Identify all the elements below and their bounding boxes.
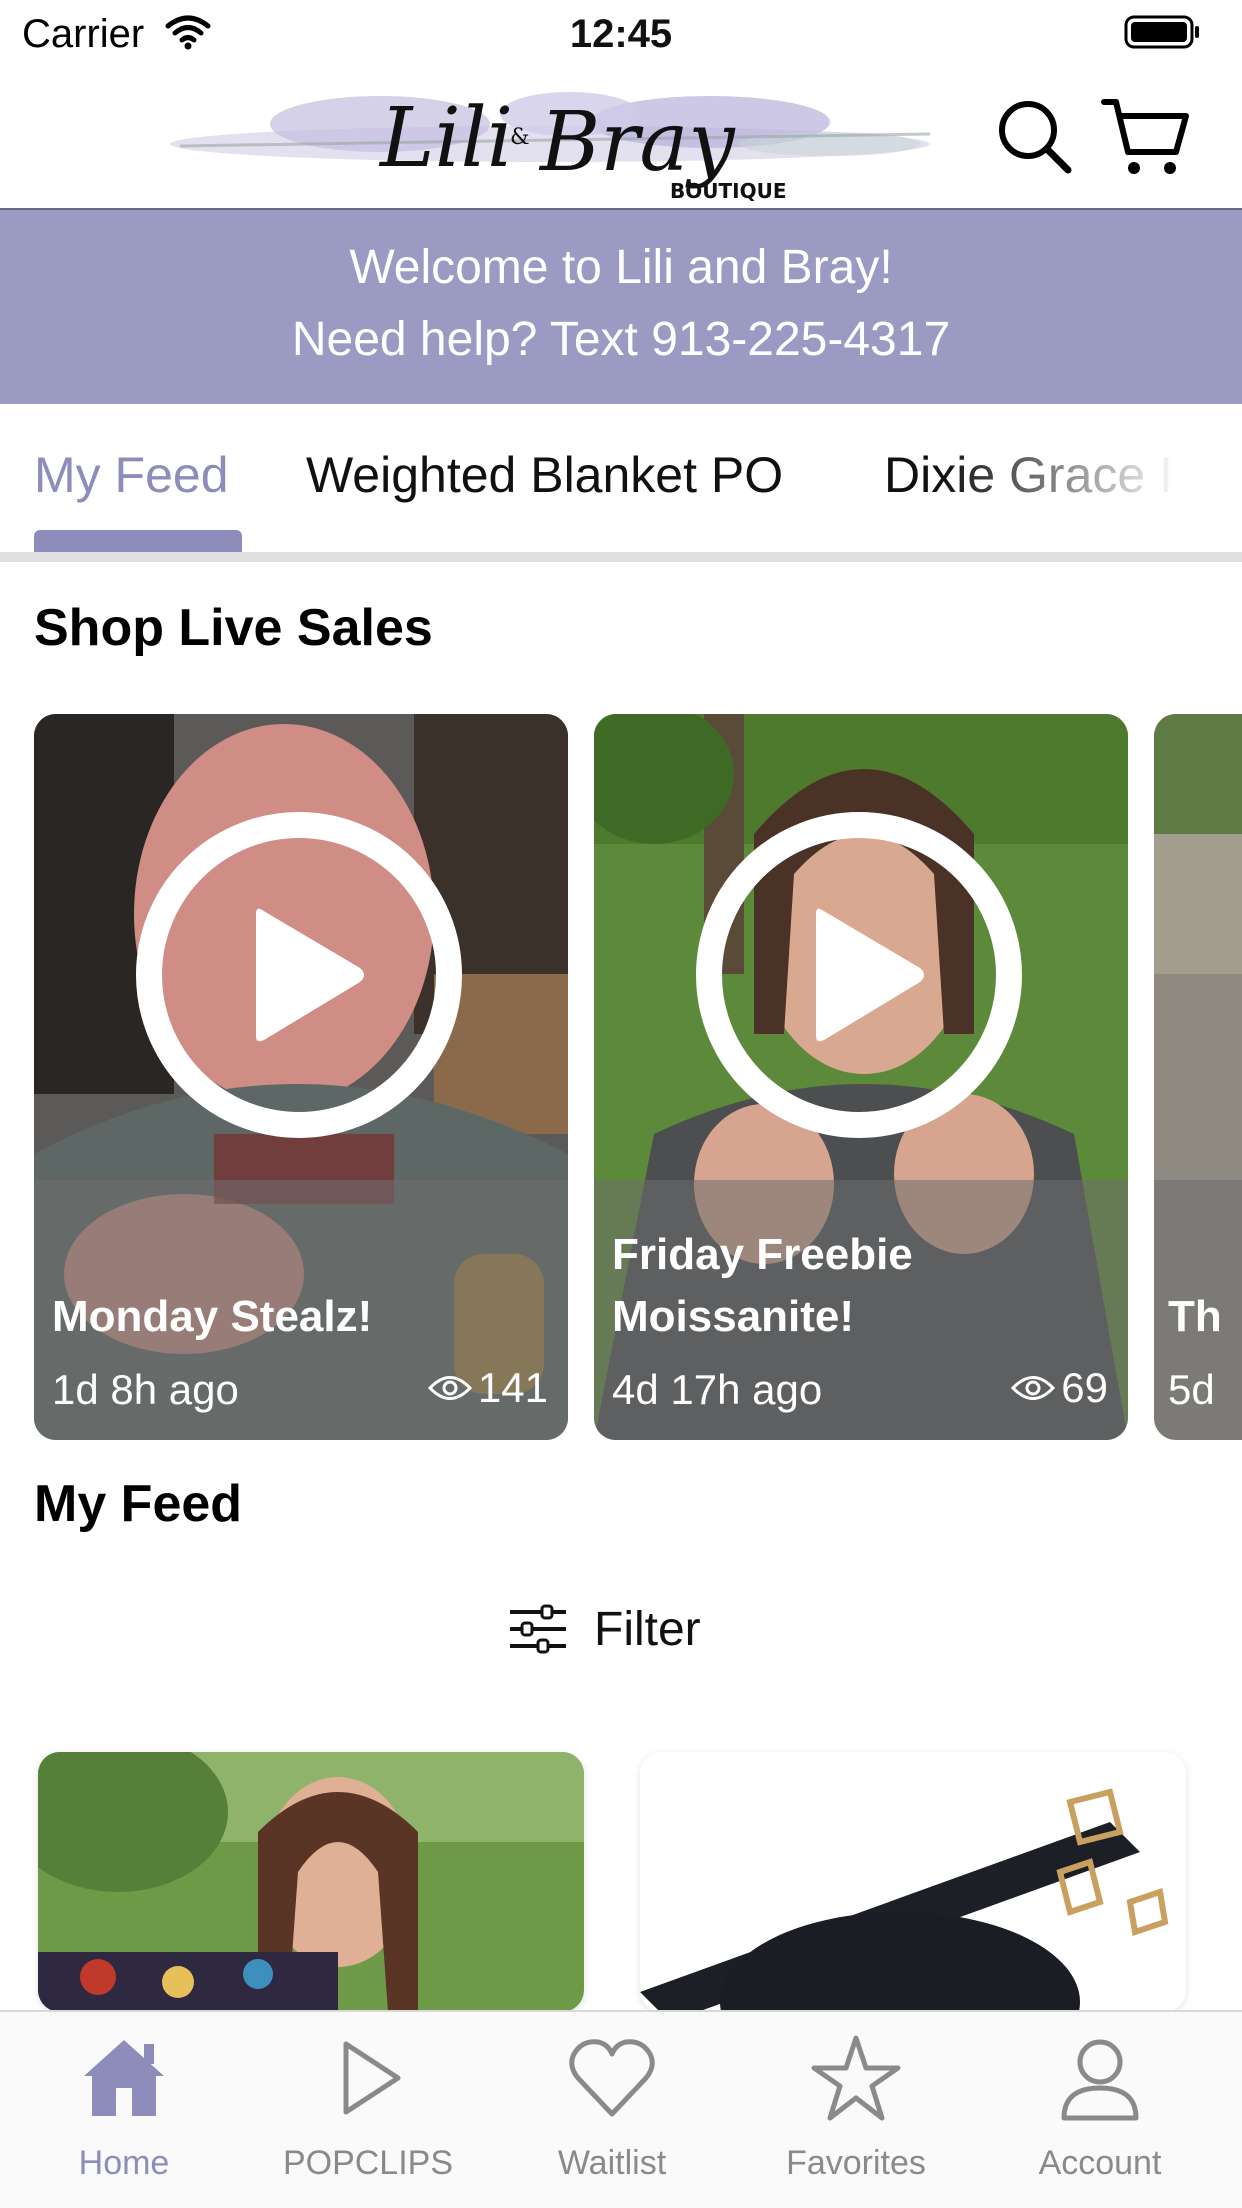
live-sale-title: Monday Stealz! [52, 1292, 373, 1341]
play-icon [343, 2041, 401, 2115]
home-icon [84, 2040, 164, 2116]
person-icon [1061, 2039, 1139, 2121]
bottom-tab-bar: Home POPCLIPS Waitlist Favorites Account [0, 2010, 1242, 2208]
live-sale-time: 5d [1168, 1366, 1215, 1413]
tab-bar: My Feed Weighted Blanket PO Dixie Grace … [0, 404, 1242, 556]
filter-button[interactable]: Filter [508, 1596, 701, 1662]
banner-welcome-text: Welcome to Lili and Bray! [349, 241, 893, 294]
app-header: Lili & Bray BOUTIQUE [0, 66, 1242, 210]
nav-label-waitlist: Waitlist [557, 2144, 667, 2182]
status-bar: Carrier 12:45 [0, 0, 1242, 66]
brand-logo[interactable]: Lili & Bray BOUTIQUE [150, 74, 950, 204]
tab-fade-overlay [942, 404, 1242, 534]
nav-waitlist[interactable]: Waitlist [488, 2012, 736, 2208]
play-button-icon[interactable] [694, 810, 1024, 1140]
feed-item-image [640, 1752, 1186, 2012]
cart-icon[interactable] [1100, 94, 1190, 178]
nav-favorites[interactable]: Favorites [732, 2012, 980, 2208]
feed-item-image [38, 1752, 584, 2012]
svg-text:&: & [510, 125, 530, 150]
nav-account[interactable]: Account [976, 2012, 1224, 2208]
nav-label-popclips: POPCLIPS [282, 2144, 454, 2182]
eye-icon [427, 1376, 472, 1400]
banner-help-text[interactable]: Need help? Text 913-225-4317 [0, 312, 1242, 367]
nav-label-home: Home [78, 2144, 170, 2182]
live-sale-views: 69 [1011, 1364, 1108, 1412]
live-sale-title: Friday Freebie Moissanite! [612, 1230, 913, 1341]
feed-item-card[interactable] [38, 1752, 584, 2012]
nav-popclips[interactable]: POPCLIPS [244, 2012, 492, 2208]
live-sale-views: 141 [427, 1364, 548, 1412]
live-sale-time: 1d 8h ago [52, 1366, 239, 1413]
filter-label: Filter [594, 1602, 701, 1656]
welcome-banner: Welcome to Lili and Bray! Need help? Tex… [0, 210, 1242, 404]
heart-icon [569, 2039, 655, 2117]
battery-icon [1124, 15, 1199, 49]
my-feed-heading: My Feed [34, 1475, 243, 1533]
tab-my-feed[interactable]: My Feed [34, 446, 229, 504]
live-sale-time: 4d 17h ago [612, 1366, 823, 1413]
star-icon [811, 2035, 901, 2121]
nav-label-favorites: Favorites [786, 2144, 926, 2182]
live-sale-title: Th [1168, 1292, 1222, 1341]
play-button-icon[interactable] [134, 810, 464, 1140]
live-sale-card[interactable]: Friday Freebie Moissanite! 4d 17h ago 69 [594, 714, 1128, 1440]
tab-weighted-blanket-po[interactable]: Weighted Blanket PO [306, 446, 783, 504]
svg-text:Bray: Bray [538, 95, 736, 190]
view-count: 69 [1061, 1364, 1108, 1411]
view-count: 141 [477, 1364, 548, 1411]
active-tab-indicator [34, 530, 242, 552]
eye-icon [1011, 1376, 1056, 1400]
tabs-divider [0, 552, 1242, 562]
svg-text:Lili: Lili [378, 91, 513, 186]
feed-item-card[interactable] [640, 1752, 1186, 2012]
nav-home[interactable]: Home [0, 2012, 248, 2208]
nav-label-account: Account [1038, 2144, 1162, 2182]
shop-live-sales-heading: Shop Live Sales [34, 599, 433, 657]
live-sale-card[interactable]: Th 5d [1154, 714, 1242, 1440]
search-icon[interactable] [994, 96, 1074, 176]
clock: 12:45 [569, 12, 673, 56]
svg-text:BOUTIQUE: BOUTIQUE [670, 179, 786, 203]
live-sale-card[interactable]: Monday Stealz! 1d 8h ago 141 [34, 714, 568, 1440]
filter-sliders-icon [510, 1604, 566, 1654]
